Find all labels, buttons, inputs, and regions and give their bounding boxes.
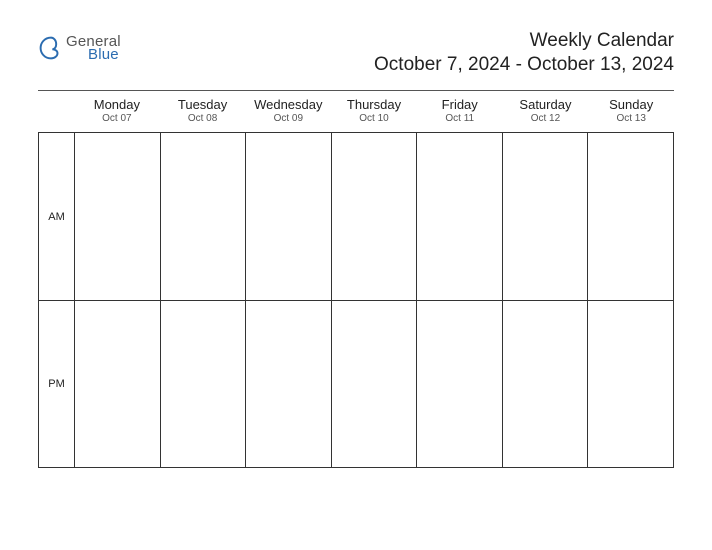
day-date: Oct 12 (503, 113, 589, 124)
calendar-cell[interactable] (332, 133, 418, 300)
am-row: AM (39, 133, 673, 300)
day-date: Oct 07 (74, 113, 160, 124)
day-name: Monday (74, 97, 160, 112)
calendar-cell[interactable] (332, 301, 418, 467)
day-header: Saturday Oct 12 (503, 97, 589, 124)
day-header: Tuesday Oct 08 (160, 97, 246, 124)
day-date: Oct 11 (417, 113, 503, 124)
day-header: Monday Oct 07 (74, 97, 160, 124)
calendar-cell[interactable] (588, 133, 673, 300)
day-name: Sunday (588, 97, 674, 112)
calendar: Monday Oct 07 Tuesday Oct 08 Wednesday O… (38, 97, 674, 468)
page-title: Weekly Calendar (374, 30, 674, 52)
pm-row: PM (39, 300, 673, 467)
calendar-cell[interactable] (161, 133, 247, 300)
calendar-cell[interactable] (417, 133, 503, 300)
day-date: Oct 08 (160, 113, 246, 124)
calendar-cell[interactable] (75, 301, 161, 467)
day-header: Thursday Oct 10 (331, 97, 417, 124)
logo: General Blue (38, 30, 121, 62)
calendar-cell[interactable] (503, 301, 589, 467)
day-date: Oct 09 (245, 113, 331, 124)
day-name: Thursday (331, 97, 417, 112)
calendar-cell[interactable] (503, 133, 589, 300)
period-label-pm: PM (39, 301, 75, 467)
calendar-cell[interactable] (246, 301, 332, 467)
day-name: Friday (417, 97, 503, 112)
day-header: Friday Oct 11 (417, 97, 503, 124)
day-date: Oct 10 (331, 113, 417, 124)
day-date: Oct 13 (588, 113, 674, 124)
time-col-spacer (38, 97, 74, 124)
calendar-cell[interactable] (75, 133, 161, 300)
calendar-grid: AM PM (38, 132, 674, 468)
day-name: Saturday (503, 97, 589, 112)
day-header: Sunday Oct 13 (588, 97, 674, 124)
day-name: Tuesday (160, 97, 246, 112)
header: General Blue Weekly Calendar October 7, … (38, 30, 674, 76)
header-divider (38, 90, 674, 91)
calendar-cell[interactable] (417, 301, 503, 467)
day-header: Wednesday Oct 09 (245, 97, 331, 124)
logo-swirl-icon (38, 35, 64, 61)
period-label-am: AM (39, 133, 75, 300)
day-name: Wednesday (245, 97, 331, 112)
logo-line2: Blue (88, 47, 121, 62)
logo-text: General Blue (66, 34, 121, 62)
title-block: Weekly Calendar October 7, 2024 - Octobe… (374, 30, 674, 76)
calendar-cell[interactable] (588, 301, 673, 467)
day-headers-row: Monday Oct 07 Tuesday Oct 08 Wednesday O… (38, 97, 674, 124)
calendar-cell[interactable] (161, 301, 247, 467)
calendar-cell[interactable] (246, 133, 332, 300)
date-range: October 7, 2024 - October 13, 2024 (374, 54, 674, 76)
